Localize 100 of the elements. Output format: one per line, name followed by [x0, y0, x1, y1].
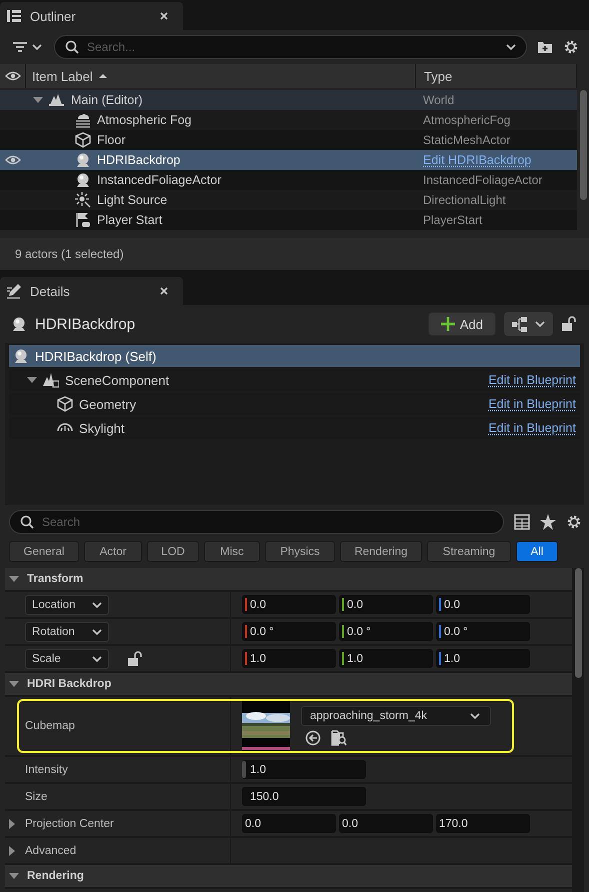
column-label[interactable]: Type — [424, 68, 452, 84]
category-header[interactable]: Rendering — [5, 865, 572, 889]
search-field[interactable]: Search — [9, 510, 504, 534]
outliner-row[interactable]: Atmospheric Fog AtmosphericFog — [0, 110, 577, 130]
blueprint-link[interactable]: Edit in Blueprint — [488, 421, 576, 435]
number-field[interactable]: 1.0 — [242, 649, 336, 668]
group-label[interactable]: Advanced — [25, 844, 76, 856]
item-label: HDRIBackdrop — [97, 153, 180, 167]
new-folder-icon[interactable] — [537, 39, 553, 55]
number-field[interactable]: 0.0 — [242, 595, 336, 614]
sort-icon[interactable] — [98, 73, 107, 79]
item-label: Main (Editor) — [71, 93, 143, 107]
number-field[interactable]: 170.0 — [436, 814, 530, 833]
lock-icon[interactable] — [127, 650, 142, 666]
number-field[interactable]: 0.0 — [436, 595, 530, 614]
number-field[interactable]: 0.0 — [339, 814, 433, 833]
component-label: Skylight — [79, 420, 125, 436]
column-label[interactable]: Item Label — [32, 68, 93, 84]
asset-dropdown[interactable]: approaching_storm_4k — [301, 706, 491, 726]
filter-tab[interactable]: Rendering — [340, 541, 422, 562]
transform-dropdown[interactable]: Location — [25, 594, 109, 614]
item-type: PlayerStart — [423, 213, 482, 227]
flag-icon — [75, 212, 91, 228]
caret-icon — [470, 712, 480, 720]
actor-name: HDRIBackdrop — [35, 316, 136, 332]
item-label: InstancedFoliageActor — [97, 173, 222, 187]
item-type: DirectionalLight — [423, 193, 506, 207]
transform-dropdown[interactable]: Scale — [25, 648, 109, 668]
tab-title: Details — [30, 284, 70, 298]
close-icon[interactable] — [159, 286, 169, 296]
search-input[interactable]: Search... — [87, 40, 498, 54]
category-header[interactable]: Transform — [5, 568, 572, 592]
number-field[interactable]: 0.0 — [242, 814, 336, 833]
close-icon[interactable] — [159, 11, 169, 21]
number-field[interactable]: 0.0 — [339, 595, 433, 614]
item-label: Player Start — [97, 213, 162, 227]
filter-tab[interactable]: Physics — [265, 541, 335, 562]
slider-field[interactable]: 1.0 — [242, 760, 366, 779]
filter-tab[interactable]: All — [516, 541, 558, 562]
sun-icon — [75, 192, 91, 208]
outliner-row[interactable]: Player Start PlayerStart — [0, 210, 577, 230]
component-row[interactable]: HDRIBackdrop (Self) — [9, 345, 580, 367]
outliner-row[interactable]: Light Source DirectionalLight — [0, 190, 577, 210]
reset-icon[interactable] — [305, 730, 321, 746]
add-button[interactable]: Add — [428, 312, 496, 336]
outliner-row[interactable]: Floor StaticMeshActor — [0, 130, 577, 150]
filter-tab[interactable]: General — [9, 541, 79, 562]
visibility-icon[interactable] — [4, 154, 20, 166]
settings-icon[interactable] — [566, 514, 582, 530]
collapse-arrow-icon[interactable] — [9, 818, 15, 828]
number-field[interactable]: 0.0 ° — [436, 622, 530, 641]
transform-dropdown[interactable]: Rotation — [25, 622, 109, 642]
filter-tab[interactable]: Misc — [204, 541, 260, 562]
tab-title: Outliner — [30, 8, 76, 24]
search-field[interactable]: Search... — [54, 35, 527, 59]
settings-icon[interactable] — [563, 39, 579, 55]
component-label: HDRIBackdrop (Self) — [35, 348, 156, 364]
property-label: Intensity — [25, 764, 68, 776]
hierarchy-button[interactable] — [504, 312, 553, 336]
filter-tab[interactable]: LOD — [147, 541, 199, 562]
number-field[interactable]: 1.0 — [436, 649, 530, 668]
search-input[interactable]: Search — [42, 515, 493, 529]
property-label: Cubemap — [25, 720, 75, 732]
fog-icon — [75, 112, 91, 128]
search-icon — [65, 40, 79, 54]
number-field[interactable]: 0.0 ° — [339, 622, 433, 641]
scrollbar-thumb[interactable] — [580, 90, 586, 200]
panel-tab[interactable]: Outliner — [0, 2, 183, 30]
visibility-icon[interactable] — [4, 70, 20, 82]
blueprint-link[interactable]: Edit in Blueprint — [488, 397, 576, 411]
cube-icon — [57, 396, 73, 412]
outliner-row[interactable]: HDRIBackdrop Edit HDRIBackdrop — [0, 150, 577, 170]
star-icon[interactable] — [540, 514, 556, 530]
filter-tab[interactable]: Actor — [84, 541, 142, 562]
item-type: InstancedFoliageActor — [423, 173, 542, 187]
sphere-icon — [75, 152, 91, 168]
panel-tab[interactable]: Details — [0, 277, 183, 305]
property-label: Projection Center — [25, 818, 114, 830]
browse-icon[interactable] — [331, 730, 347, 746]
caret-icon — [32, 43, 42, 51]
sphere-icon — [13, 348, 29, 364]
blueprint-link[interactable]: Edit in Blueprint — [488, 373, 576, 387]
collapse-arrow-icon[interactable] — [9, 846, 15, 856]
number-field[interactable]: 1.0 — [339, 649, 433, 668]
number-field[interactable]: 150.0 — [242, 787, 366, 806]
filter-icon — [12, 40, 28, 54]
item-type: World — [423, 93, 454, 107]
item-type: AtmosphericFog — [423, 113, 510, 127]
outliner-row[interactable]: Main (Editor) World — [0, 90, 577, 110]
lock-icon[interactable] — [561, 316, 576, 332]
sphere-icon — [75, 172, 91, 188]
table-icon[interactable] — [514, 514, 530, 530]
search-icon — [20, 515, 34, 529]
filter-tab[interactable]: Streaming — [427, 541, 511, 562]
outliner-row[interactable]: InstancedFoliageActor InstancedFoliageActor — [0, 170, 577, 190]
expand-arrow-icon[interactable] — [27, 377, 37, 383]
scrollbar-thumb[interactable] — [574, 568, 582, 678]
category-header[interactable]: HDRI Backdrop — [5, 673, 572, 697]
number-field[interactable]: 0.0 ° — [242, 622, 336, 641]
expand-arrow-icon[interactable] — [33, 97, 43, 103]
